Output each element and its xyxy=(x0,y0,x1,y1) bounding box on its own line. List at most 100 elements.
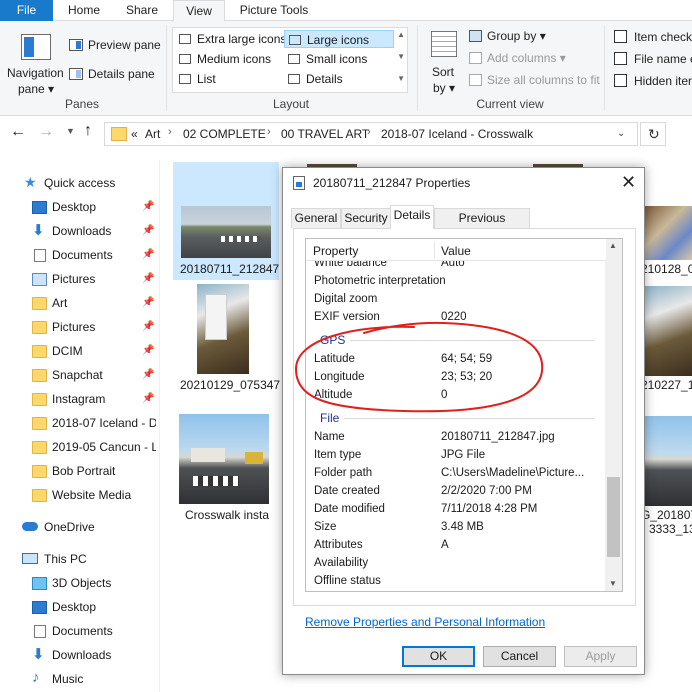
file-item[interactable]: 210128_07 xyxy=(641,200,692,280)
sidebar-item-documents[interactable]: Documents 📌 xyxy=(0,245,160,267)
sidebar-item-label: Downloads xyxy=(52,648,112,662)
property-name: Attributes xyxy=(314,539,363,551)
sidebar-item-iceland[interactable]: 2018-07 Iceland - Dy xyxy=(0,413,160,435)
forward-arrow-icon[interactable]: → xyxy=(38,123,54,141)
navigation-pane-button[interactable]: Navigation pane ▾ xyxy=(4,27,64,96)
tab-picture-tools[interactable]: Picture Tools xyxy=(228,0,320,21)
file-item-label: G_201807 xyxy=(641,508,692,522)
sidebar-item-pc-downloads[interactable]: ⬇ Downloads xyxy=(0,645,160,667)
sidebar-item-pc-documents[interactable]: Documents xyxy=(0,621,160,643)
pin-icon: 📌 xyxy=(142,345,155,356)
computer-icon xyxy=(22,553,38,564)
large-icons-icon xyxy=(289,35,301,45)
cancel-button[interactable]: Cancel xyxy=(483,646,556,667)
ok-button[interactable]: OK xyxy=(402,646,475,667)
sidebar-item-cancun[interactable]: 2019-05 Cancun - L xyxy=(0,437,160,459)
recent-locations-chevron-icon[interactable]: ▼ xyxy=(66,126,75,136)
breadcrumb-02-complete[interactable]: 02 COMPLETE xyxy=(183,127,266,141)
breadcrumb-current-folder[interactable]: 2018-07 Iceland - Crosswalk xyxy=(381,127,533,141)
breadcrumb-separator-icon[interactable]: › xyxy=(168,126,172,138)
sidebar-item-music[interactable]: ♪ Music xyxy=(0,669,160,691)
hidden-items-checkbox[interactable] xyxy=(614,74,627,87)
annotation-circle xyxy=(294,321,544,413)
details-tab-panel: Property Value White balance Auto Photom… xyxy=(293,228,636,629)
layout-details[interactable]: Details xyxy=(284,70,394,88)
breadcrumb-art[interactable]: Art xyxy=(145,127,160,141)
layout-extra-large-icons[interactable]: Extra large icons xyxy=(175,30,286,48)
address-bar[interactable]: « Art › 02 COMPLETE › 00 TRAVEL ART › 20… xyxy=(104,122,638,146)
column-divider[interactable] xyxy=(434,241,435,259)
value-column-header[interactable]: Value xyxy=(441,244,471,258)
file-item[interactable]: 20180711_212847 xyxy=(173,162,279,280)
refresh-button[interactable]: ↻ xyxy=(640,122,666,146)
tab-share[interactable]: Share xyxy=(114,0,170,21)
layout-list[interactable]: List xyxy=(175,70,283,88)
hidden-items-toggle[interactable]: Hidden iter xyxy=(614,73,692,89)
add-columns-button[interactable]: Add columns ▾ xyxy=(468,50,598,68)
desktop-icon xyxy=(32,601,47,614)
sidebar-item-website-media[interactable]: Website Media xyxy=(0,485,160,507)
sidebar-item-pictures[interactable]: Pictures 📌 xyxy=(0,269,160,291)
item-check-checkbox[interactable] xyxy=(614,30,627,43)
tab-file[interactable]: File xyxy=(0,0,53,21)
breadcrumb-separator-icon[interactable]: › xyxy=(267,126,271,138)
file-name-extensions-toggle[interactable]: File name e xyxy=(614,51,692,67)
sidebar-quick-access[interactable]: ★ Quick access xyxy=(0,173,160,195)
file-item[interactable]: G_201807 3333_13 xyxy=(641,412,692,542)
close-icon[interactable]: ✕ xyxy=(621,172,636,192)
property-column-header[interactable]: Property xyxy=(313,244,358,258)
file-item-label: 210227_17 xyxy=(641,378,692,392)
group-by-button[interactable]: Group by ▾ xyxy=(468,28,598,46)
address-dropdown-icon[interactable]: ⌄ xyxy=(617,128,625,139)
pin-icon: 📌 xyxy=(142,321,155,332)
tab-details[interactable]: Details xyxy=(390,205,434,229)
sidebar-item-instagram[interactable]: Instagram 📌 xyxy=(0,389,160,411)
size-all-columns-button[interactable]: Size all columns to fit xyxy=(468,72,608,90)
breadcrumb-overflow[interactable]: « xyxy=(131,127,138,141)
layout-scroll-up[interactable]: ▲ xyxy=(397,30,405,39)
sidebar-item-bob-portrait[interactable]: Bob Portrait xyxy=(0,461,160,483)
layout-large-icons[interactable]: Large icons xyxy=(284,30,394,48)
up-arrow-icon[interactable]: ↑ xyxy=(84,122,92,140)
sidebar-item-pc-desktop[interactable]: Desktop xyxy=(0,597,160,619)
layout-medium-icons[interactable]: Medium icons xyxy=(175,50,283,68)
back-arrow-icon[interactable]: ← xyxy=(10,123,26,141)
file-name-extensions-checkbox[interactable] xyxy=(614,52,627,65)
property-row[interactable]: Offline status xyxy=(306,573,606,591)
tab-security[interactable]: Security xyxy=(341,208,391,228)
layout-scroll-down[interactable]: ▼ xyxy=(397,52,405,61)
file-item[interactable]: 210227_17 xyxy=(641,282,692,398)
tab-home[interactable]: Home xyxy=(56,0,112,21)
details-pane-button[interactable]: Details pane xyxy=(68,66,160,84)
item-check-boxes-toggle[interactable]: Item check xyxy=(614,29,692,45)
sidebar-item-pictures-folder[interactable]: Pictures 📌 xyxy=(0,317,160,339)
sidebar-onedrive[interactable]: OneDrive xyxy=(0,517,160,539)
layout-more-button[interactable]: ▼ xyxy=(397,74,405,83)
scroll-down-icon[interactable]: ▼ xyxy=(609,579,617,588)
apply-button[interactable]: Apply xyxy=(564,646,637,667)
file-item[interactable]: 20210129_075347 xyxy=(173,280,280,396)
sort-by-button[interactable]: Sort by ▾ xyxy=(425,27,463,95)
sidebar-this-pc-label: This PC xyxy=(44,552,87,566)
thumbnail-image xyxy=(181,206,271,258)
sidebar-item-desktop[interactable]: Desktop 📌 xyxy=(0,197,160,219)
downloads-icon: ⬇ xyxy=(32,222,45,239)
tab-previous-versions[interactable]: Previous Versions xyxy=(434,208,530,243)
thumbnail-image xyxy=(645,416,692,506)
tab-general[interactable]: General xyxy=(291,208,341,228)
remove-properties-link[interactable]: Remove Properties and Personal Informati… xyxy=(305,615,545,629)
sidebar-item-dcim[interactable]: DCIM 📌 xyxy=(0,341,160,363)
preview-pane-button[interactable]: Preview pane xyxy=(68,37,161,55)
sidebar-this-pc[interactable]: This PC xyxy=(0,549,160,571)
sidebar-item-downloads[interactable]: ⬇ Downloads 📌 xyxy=(0,221,160,243)
layout-small-icons[interactable]: Small icons xyxy=(284,50,394,68)
sidebar-item-snapchat[interactable]: Snapchat 📌 xyxy=(0,365,160,387)
property-row[interactable]: Availability xyxy=(306,555,606,573)
breadcrumb-00-travel-art[interactable]: 00 TRAVEL ART xyxy=(281,127,369,141)
property-row[interactable]: Attributes A xyxy=(306,537,606,555)
file-item[interactable]: Crosswalk insta xyxy=(173,410,279,526)
tab-view[interactable]: View xyxy=(173,0,225,22)
sidebar-item-art[interactable]: Art 📌 xyxy=(0,293,160,315)
sidebar-item-3d-objects[interactable]: 3D Objects xyxy=(0,573,160,595)
breadcrumb-separator-icon[interactable]: › xyxy=(367,126,371,138)
